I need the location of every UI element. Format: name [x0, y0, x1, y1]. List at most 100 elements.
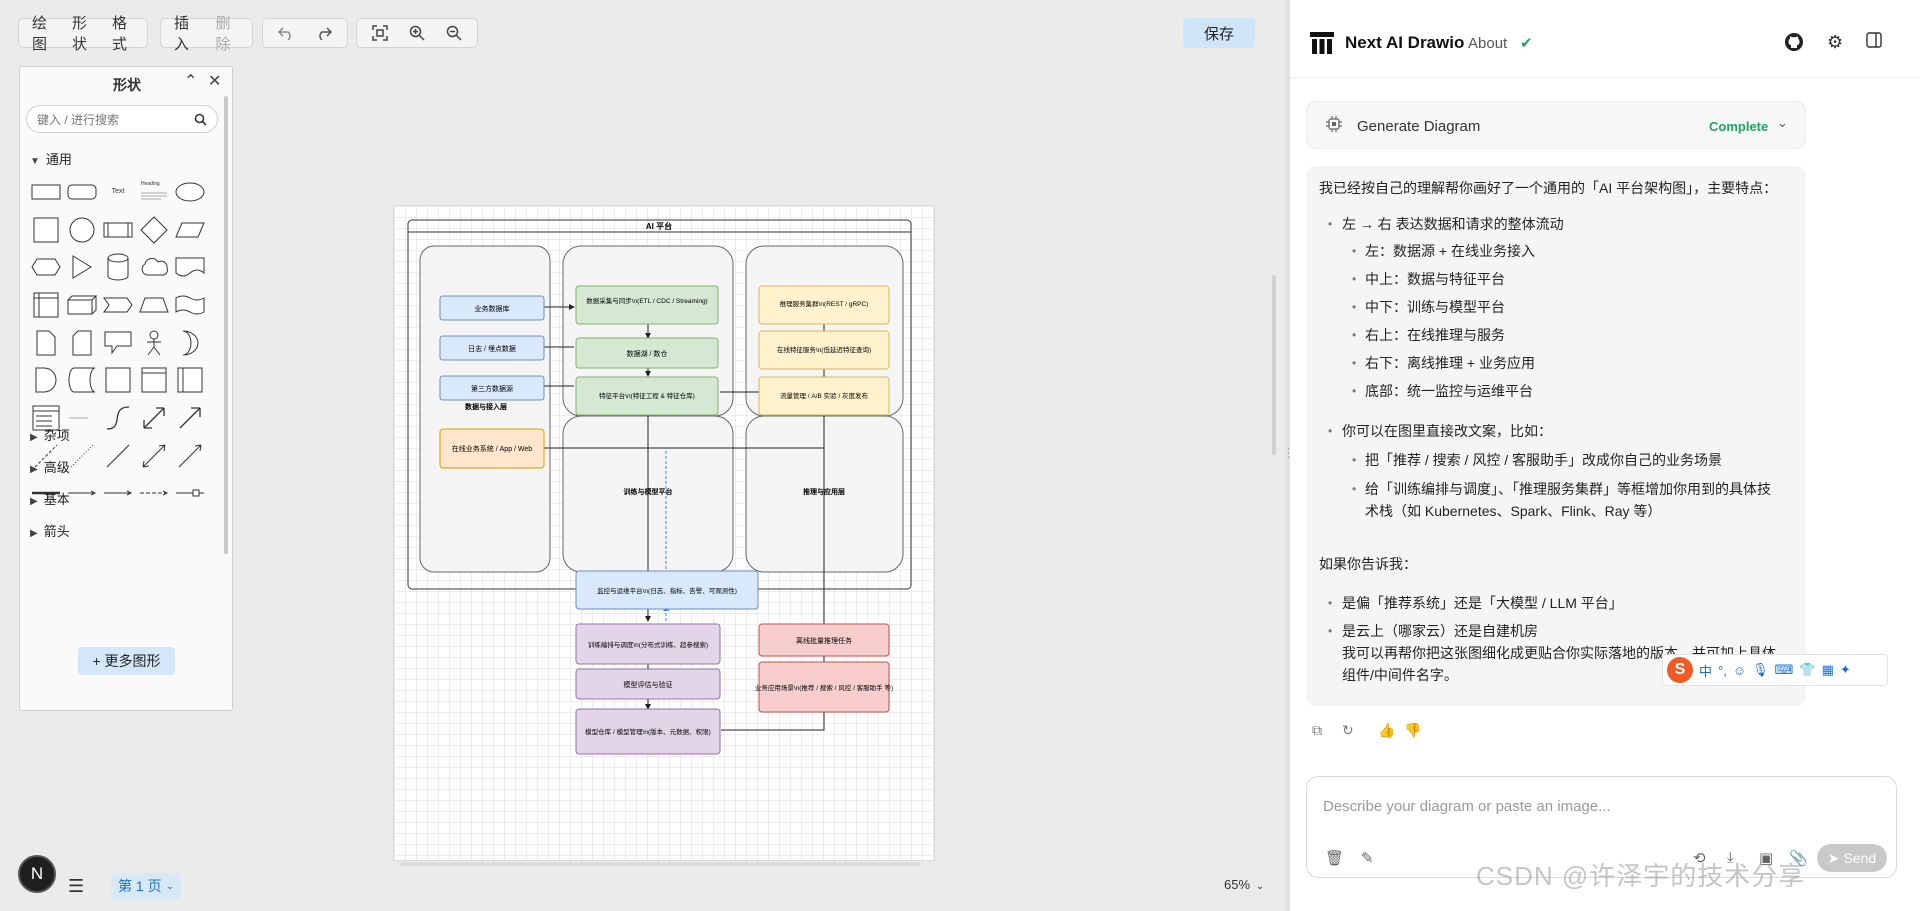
node-infer-cluster[interactable]: 推理服务集群\n(REST / gRPC) [758, 285, 890, 325]
collapse-panel-icon[interactable] [1866, 32, 1882, 53]
more-shapes-button[interactable]: + 更多图形 [78, 647, 175, 675]
node-train-sched[interactable]: 训练编排与调度\n(分布式训练、超参搜索) [575, 623, 721, 665]
node-feature[interactable]: 特征平台\n(特征工程 & 特征仓库) [575, 376, 719, 416]
shape-document[interactable] [172, 252, 208, 282]
node-biz-apps[interactable]: 业务应用场景\n(推荐 / 搜索 / 风控 / 客服助手 等) [755, 661, 893, 713]
trash-icon[interactable]: 🗑 [1325, 849, 1344, 867]
shape-actor[interactable] [136, 328, 172, 358]
chevron-down-icon[interactable]: ⌄ [1777, 115, 1788, 131]
microphone-icon[interactable]: 🎙 [1752, 662, 1769, 678]
fit-screen-icon[interactable] [363, 20, 396, 46]
redo-icon[interactable] [307, 20, 341, 46]
shape-ellipse[interactable] [172, 177, 208, 207]
insert-button[interactable]: 插入 [167, 12, 205, 54]
zoom-level[interactable]: 65% ⌄ [1224, 877, 1264, 892]
page-tab[interactable]: 第 1 页 ⌄ [111, 873, 181, 899]
skin-icon[interactable]: 👕 [1799, 662, 1815, 678]
node-log-data[interactable]: 日志 / 埋点数据 [439, 335, 545, 361]
shape-trapezoid[interactable] [136, 290, 172, 320]
shape-note[interactable] [28, 328, 64, 358]
shape-data-storage[interactable] [64, 365, 100, 395]
shape-container[interactable] [100, 365, 136, 395]
send-button[interactable]: ➤ Send [1817, 844, 1887, 872]
canvas-vertical-scrollbar[interactable] [1272, 275, 1276, 455]
shape-internal-storage[interactable] [28, 290, 64, 320]
grid-icon[interactable]: ▦ [1822, 662, 1834, 678]
shape-line[interactable] [100, 441, 136, 471]
copy-icon[interactable]: ⧉ [1312, 722, 1322, 739]
shape-square[interactable] [28, 215, 64, 245]
settings-gear-icon[interactable]: ⚙ [1827, 32, 1843, 53]
menu-draw[interactable]: 绘图 [25, 12, 61, 54]
node-data-lake[interactable]: 数据湖 / 数仓 [575, 337, 719, 369]
shape-link-arrow-label[interactable] [100, 478, 136, 508]
shape-text[interactable]: Text [100, 177, 136, 207]
node-online-feature[interactable]: 在线特征服务\n(低延迟特征查询) [758, 330, 890, 370]
close-icon[interactable]: ✕ [208, 71, 221, 91]
collapse-icon[interactable]: ⌃ [184, 71, 197, 91]
shape-process[interactable] [100, 215, 136, 245]
tool-icon[interactable]: ✦ [1840, 662, 1851, 678]
thumbs-down-icon[interactable]: 👎 [1404, 722, 1421, 739]
node-third-party[interactable]: 第三方数据源 [439, 375, 545, 401]
shape-rounded-rectangle[interactable] [64, 177, 100, 207]
shape-card[interactable] [64, 328, 100, 358]
ime-mode[interactable]: 中 [1699, 661, 1712, 680]
user-avatar[interactable]: N [18, 855, 56, 893]
shape-delay[interactable] [28, 365, 64, 395]
node-model-repo[interactable]: 模型仓库 / 模型管理\n(版本、元数据、权限) [575, 708, 721, 755]
layer-data[interactable]: 数据与接入层 [419, 245, 551, 573]
shape-cube[interactable] [64, 290, 100, 320]
shape-parallelogram[interactable] [172, 215, 208, 245]
ime-toolbar[interactable]: S 中 °, ☺ 🎙 ⌨ 👕 ▦ ✦ [1662, 654, 1888, 686]
shape-textbox[interactable]: Heading [136, 177, 172, 207]
undo-icon[interactable] [269, 20, 303, 46]
shape-arrow[interactable] [172, 403, 208, 433]
shape-triangle[interactable] [64, 252, 100, 282]
shape-vertical-lane[interactable] [172, 365, 208, 395]
shape-swimlane[interactable] [136, 365, 172, 395]
menu-shapes[interactable]: 形状 [65, 12, 101, 54]
category-arrows[interactable]: ▶ 箭头 [30, 521, 70, 540]
shape-directional-connector[interactable] [172, 441, 208, 471]
ime-punctuation[interactable]: °, [1718, 663, 1727, 678]
node-ingest[interactable]: 数据采集与同步\n(ETL / CDC / Streaming) [575, 285, 719, 325]
category-general[interactable]: ▼ 通用 [30, 149, 72, 168]
shape-bidirectional-connector[interactable] [136, 441, 172, 471]
menu-format[interactable]: 格式 [105, 12, 141, 54]
zoom-out-icon[interactable] [438, 20, 471, 46]
shape-diamond[interactable] [136, 215, 172, 245]
category-advanced[interactable]: ▶ 高级 [30, 457, 70, 476]
node-biz-db[interactable]: 业务数据库 [439, 295, 545, 321]
shape-bidirectional-arrow[interactable] [136, 403, 172, 433]
diagram-canvas[interactable]: AI 平台 数据与接入层 训练与模型平台 推理与应用层 业务数据库 日志 / 埋… [393, 205, 935, 861]
category-basic[interactable]: ▶ 基本 [30, 489, 70, 508]
shape-circle[interactable] [64, 215, 100, 245]
shape-step[interactable] [100, 290, 136, 320]
thumbs-up-icon[interactable]: 👍 [1378, 722, 1395, 739]
category-misc[interactable]: ▶ 杂项 [30, 425, 70, 444]
keyboard-icon[interactable]: ⌨ [1775, 662, 1794, 678]
shape-link-dashed[interactable] [136, 478, 172, 508]
node-model-eval[interactable]: 模型评估与验证 [575, 668, 721, 700]
emoji-icon[interactable]: ☺ [1733, 663, 1746, 678]
save-button[interactable]: 保存 [1183, 18, 1255, 48]
node-monitor[interactable]: 监控与运维平台\n(日志、指标、告警、可观测性) [575, 570, 759, 610]
shape-tape[interactable] [172, 290, 208, 320]
about-link[interactable]: About [1468, 35, 1507, 52]
node-online-app[interactable]: 在线业务系统 / App / Web [439, 428, 545, 469]
shapes-scrollbar[interactable] [224, 96, 228, 554]
regenerate-icon[interactable]: ↻ [1342, 722, 1354, 739]
shape-cylinder[interactable] [100, 252, 136, 282]
edit-tag-icon[interactable]: ✎ [1361, 849, 1374, 867]
shape-or[interactable] [172, 328, 208, 358]
shape-link-endpoints[interactable] [172, 478, 208, 508]
shape-rectangle[interactable] [28, 177, 64, 207]
node-traffic[interactable]: 流量管理 / A/B 实验 / 灰度发布 [758, 376, 890, 416]
delete-button[interactable]: 删除 [209, 12, 247, 54]
shape-search-input[interactable]: 键入 / 进行搜索 [26, 105, 218, 133]
shape-hexagon[interactable] [28, 252, 64, 282]
pages-menu-icon[interactable]: ☰ [68, 876, 84, 897]
zoom-in-icon[interactable] [400, 20, 433, 46]
shape-callout[interactable] [100, 328, 136, 358]
